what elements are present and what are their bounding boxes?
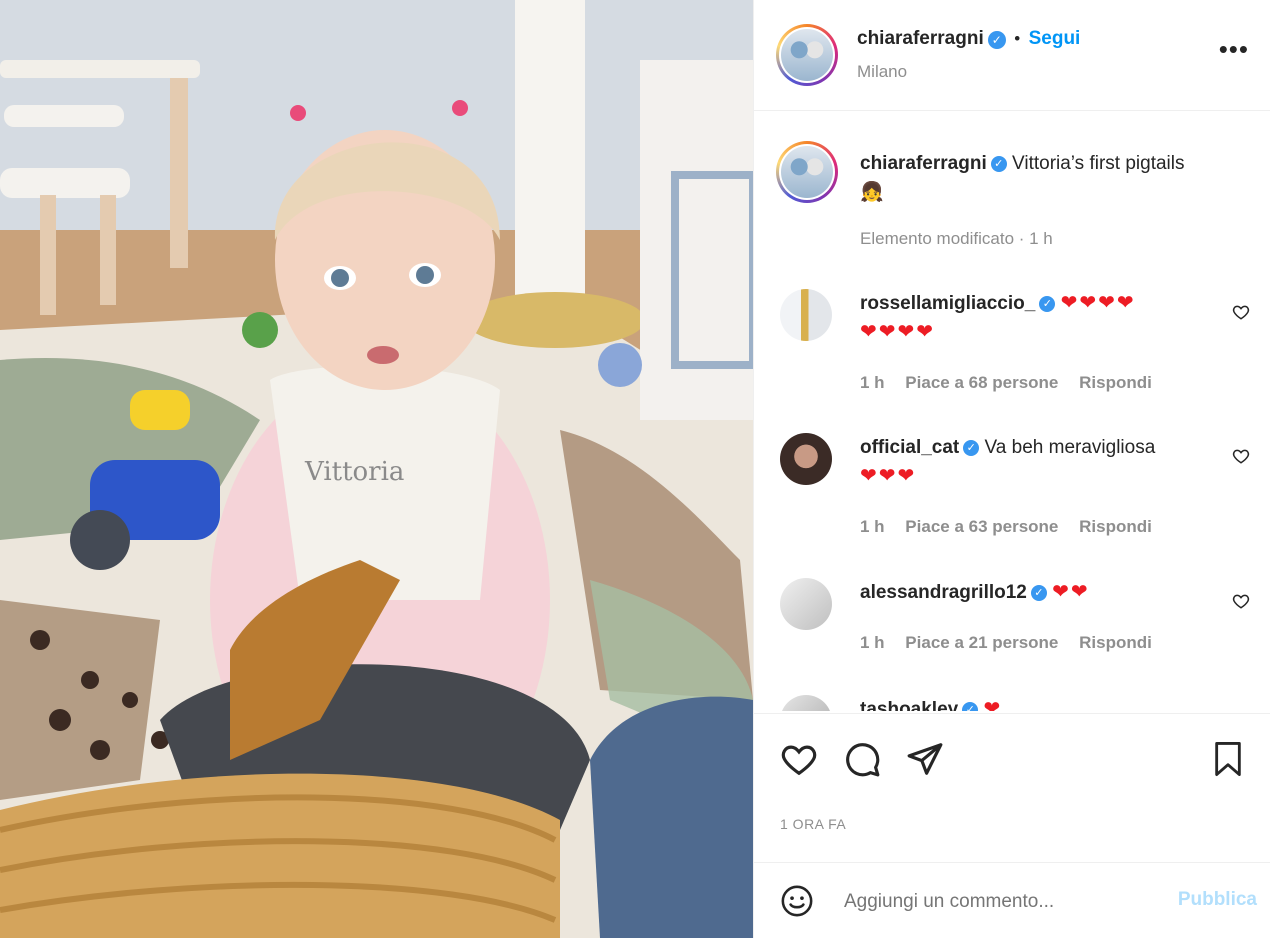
more-options-icon[interactable]: ••• <box>1219 36 1249 62</box>
caption-emoji: 👧 <box>860 182 884 203</box>
bookmark-icon[interactable] <box>1211 740 1245 778</box>
caption-username[interactable]: chiaraferragni <box>860 153 987 174</box>
caption-avatar[interactable] <box>776 141 838 203</box>
post-actions: 1 ORA FA <box>754 713 1270 862</box>
comment-time: 1 h <box>860 373 885 392</box>
comment-likes[interactable]: Piace a 68 persone <box>905 373 1058 392</box>
verified-badge-icon: ✓ <box>962 701 979 711</box>
reply-button[interactable]: Rispondi <box>1079 633 1152 652</box>
comment-avatar[interactable] <box>780 695 832 711</box>
comment-icon[interactable] <box>843 740 881 778</box>
verified-badge-icon: ✓ <box>1039 295 1056 312</box>
comment-like-heart-icon[interactable] <box>1232 303 1250 321</box>
verified-badge-icon: ✓ <box>987 30 1006 49</box>
comment-username[interactable]: alessandragrillo12 <box>860 582 1027 603</box>
comment-avatar[interactable] <box>780 289 832 341</box>
author-username[interactable]: chiaraferragni <box>857 28 984 49</box>
comment-likes[interactable]: Piace a 63 persone <box>905 517 1058 536</box>
comment-username[interactable]: official_cat <box>860 437 959 458</box>
share-icon[interactable] <box>906 740 944 778</box>
comment-avatar[interactable] <box>780 433 832 485</box>
reply-button[interactable]: Rispondi <box>1079 517 1152 536</box>
post-timestamp[interactable]: 1 ORA FA <box>780 816 846 832</box>
comment-username[interactable]: tashoakley <box>860 699 958 711</box>
comment-avatar[interactable] <box>780 578 832 630</box>
publish-button[interactable]: Pubblica <box>1178 889 1257 911</box>
post-side-panel: chiaraferragni ✓ • Segui Milano ••• chiar… <box>753 0 1270 938</box>
comment-text: ❤ <box>983 698 1003 711</box>
comment-username[interactable]: rossellamigliaccio_ <box>860 293 1035 314</box>
post-photo[interactable]: Vittoria <box>0 0 753 938</box>
comment-text: ❤❤ <box>1052 581 1090 603</box>
comment-text-line2: ❤❤❤❤ <box>860 321 936 343</box>
comment-time: 1 h <box>860 517 885 536</box>
verified-badge-icon: ✓ <box>990 155 1007 172</box>
comment-likes[interactable]: Piace a 21 persone <box>905 633 1058 652</box>
separator: • <box>1014 29 1021 48</box>
caption-meta: Elemento modificato · 1 h <box>860 229 1053 248</box>
comments-section: chiaraferragni ✓ Vittoria’s first pigtail… <box>754 111 1270 711</box>
comment-like-heart-icon[interactable] <box>1232 447 1250 465</box>
verified-badge-icon: ✓ <box>1030 584 1047 601</box>
comment-text: Va beh meravigliosa <box>984 437 1156 458</box>
bib-text: Vittoria <box>304 457 404 487</box>
heart-icon[interactable] <box>780 740 818 778</box>
emoji-icon[interactable] <box>780 884 814 918</box>
caption-text: Vittoria’s first pigtails <box>1012 153 1185 174</box>
verified-badge-icon: ✓ <box>963 439 980 456</box>
post-header: chiaraferragni ✓ • Segui Milano ••• <box>754 0 1270 111</box>
reply-button[interactable]: Rispondi <box>1079 373 1152 392</box>
comment-text-line2: ❤❤❤ <box>860 465 917 487</box>
add-comment-bar: Pubblica <box>754 862 1270 939</box>
comment-input[interactable] <box>842 883 1146 921</box>
comment-text: ❤❤❤❤ <box>1060 292 1136 314</box>
comment-time: 1 h <box>860 633 885 652</box>
comment-like-heart-icon[interactable] <box>1232 592 1250 610</box>
photo-illustration: Vittoria <box>0 0 753 938</box>
post-location[interactable]: Milano <box>857 62 907 82</box>
author-avatar[interactable] <box>776 24 838 86</box>
follow-button[interactable]: Segui <box>1029 28 1081 49</box>
